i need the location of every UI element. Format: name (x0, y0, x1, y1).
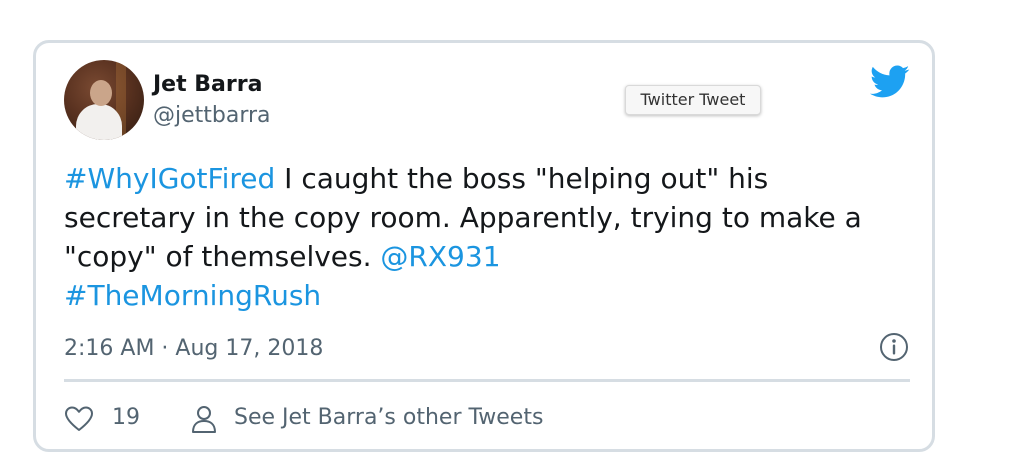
twitter-bird-icon[interactable] (870, 65, 910, 99)
tooltip: Twitter Tweet (625, 85, 761, 115)
author-handle[interactable]: @jettbarra (153, 103, 271, 128)
mention-link[interactable]: @RX931 (380, 240, 500, 273)
tweet-text: #WhyIGotFired I caught the boss "helping… (64, 159, 904, 315)
heart-icon[interactable] (64, 405, 94, 433)
avatar-figure-head (90, 80, 112, 106)
see-other-tweets-link[interactable]: See Jet Barra’s other Tweets (234, 405, 543, 430)
hashtag-link[interactable]: #WhyIGotFired (64, 162, 275, 195)
tweet-timestamp[interactable]: 2:16 AM · Aug 17, 2018 (64, 336, 323, 361)
like-count: 19 (112, 405, 140, 430)
avatar-figure-body (76, 104, 122, 140)
person-icon (192, 406, 216, 433)
divider (64, 379, 910, 382)
avatar[interactable] (64, 60, 144, 140)
info-icon[interactable] (879, 332, 909, 362)
tweet-card[interactable]: Jet Barra @jettbarra Twitter Tweet #WhyI… (33, 40, 935, 452)
author-name[interactable]: Jet Barra (153, 72, 262, 97)
hashtag-link[interactable]: #TheMorningRush (64, 279, 321, 312)
